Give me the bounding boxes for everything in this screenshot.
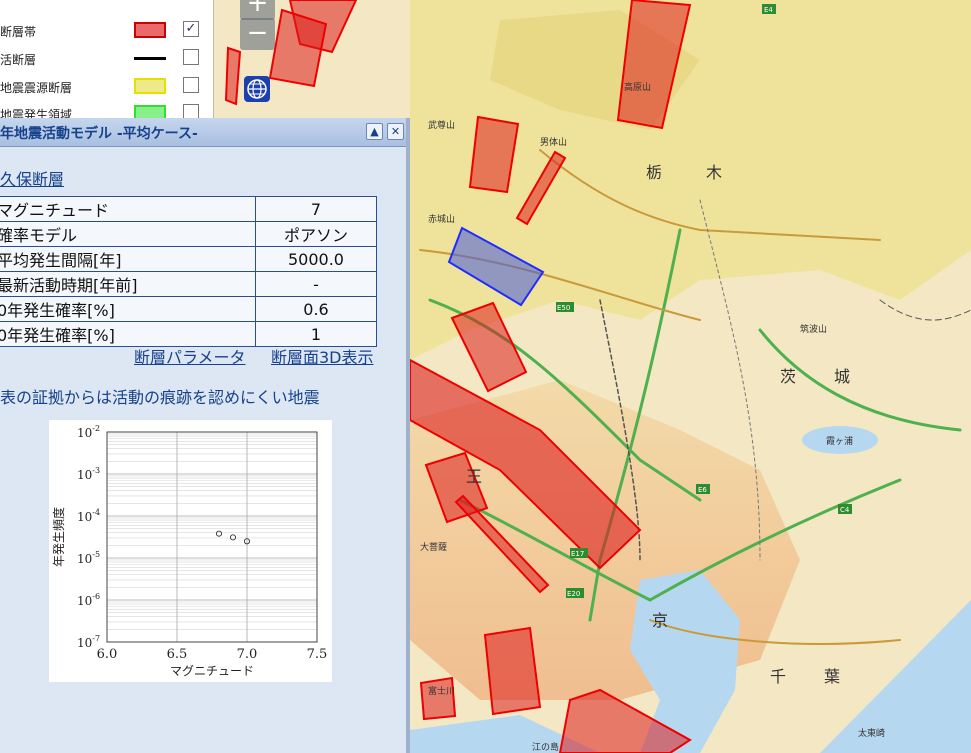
y-tick-label: 10-3 — [77, 466, 100, 482]
x-axis-label: マグニチュード — [170, 664, 254, 678]
table-row: 最新活動時期[年前] - — [0, 271, 377, 297]
panel-title: 年地震活動モデル -平均ケース- — [0, 126, 198, 142]
fault-parameter-link[interactable]: 断層パラメータ — [134, 344, 246, 368]
legend-checkbox[interactable] — [183, 49, 199, 65]
param-value: 7 — [255, 196, 377, 222]
map-label: 霞ヶ浦 — [826, 435, 853, 447]
earthquake-description: 表の証拠からは活動の痕跡を認めにくい地震 — [0, 388, 320, 407]
param-value: ポアソン — [255, 221, 377, 247]
map-label: 男体山 — [540, 136, 567, 148]
close-icon[interactable]: ✕ — [387, 123, 404, 140]
road-shield: E4 — [764, 6, 773, 14]
map-label: 茨 — [780, 367, 796, 386]
param-key: 平均発生間隔[年] — [0, 246, 256, 272]
legend-label: 断層帯 — [0, 25, 37, 39]
magnitude-frequency-chart: 10-2 10-3 10-4 10-5 10-6 10-7 6.0 6.5 7.0 7.5 マグニチ… — [49, 420, 332, 682]
param-value: 1 — [255, 321, 377, 347]
legend-item-fault-zone[interactable]: 断層帯 ✓ — [0, 18, 213, 44]
table-row: 0年発生確率[%] 0.6 — [0, 296, 377, 322]
collapse-icon[interactable]: ▲ — [366, 123, 383, 140]
legend-checkbox[interactable]: ✓ — [183, 21, 199, 37]
road-shield: E20 — [567, 590, 580, 598]
table-row: 0年発生確率[%] 1 — [0, 321, 377, 347]
source-fault-swatch — [134, 78, 166, 94]
table-row: 確率モデル ポアソン — [0, 221, 377, 247]
param-key: マグニチュード — [0, 196, 256, 222]
data-point — [229, 534, 237, 541]
legend-label: 地震震源断層 — [0, 81, 73, 95]
chart-svg: 10-210-310-410-510-610-76.0 6.5 7.0 7.5マグニチ… — [51, 424, 328, 678]
param-value: - — [255, 271, 377, 297]
y-tick-label: 10-4 — [77, 508, 100, 524]
data-point — [215, 530, 223, 537]
panel-header[interactable]: 年地震活動モデル -平均ケース- ▲ ✕ — [0, 118, 406, 147]
map-label: 高原山 — [624, 81, 651, 93]
road-shield: C4 — [840, 506, 850, 514]
fault-zone[interactable] — [419, 676, 457, 721]
x-tick-label: 6.5 — [167, 647, 188, 662]
fault-parameter-table: マグニチュード 7 確率モデル ポアソン 平均発生間隔[年] 5000.0 最新活動時… — [0, 196, 377, 347]
y-tick-label: 10-6 — [77, 592, 100, 608]
fault-zone-swatch — [134, 22, 166, 38]
map-label: 葉 — [824, 667, 840, 686]
param-key: 最新活動時期[年前] — [0, 271, 256, 297]
legend-checkbox[interactable] — [183, 77, 199, 93]
x-tick-label: 7.0 — [237, 647, 258, 662]
y-axis-label: 年発生頻度 — [51, 507, 66, 567]
map-label: 江の島 — [532, 741, 559, 753]
x-tick-label: 6.0 — [97, 647, 118, 662]
road-shield: E6 — [698, 486, 707, 494]
legend-label: 活断層 — [0, 53, 37, 67]
fault-3d-view-link[interactable]: 断層面3D表示 — [271, 344, 374, 368]
zoom-out-button[interactable]: − — [240, 18, 275, 50]
y-tick-label: 10-5 — [77, 550, 100, 566]
map-label: 京 — [652, 611, 668, 630]
globe-icon[interactable] — [244, 76, 270, 102]
legend-item-source-fault[interactable]: 地震震源断層 — [0, 74, 213, 100]
zoom-in-button[interactable]: + — [240, 0, 275, 20]
active-fault-swatch — [134, 57, 166, 60]
map-label: 木 — [706, 163, 722, 182]
map-label: 大菩薩 — [420, 541, 447, 553]
map-label: 太東崎 — [858, 727, 885, 739]
x-tick-label: 7.5 — [307, 647, 328, 662]
param-value: 0.6 — [255, 296, 377, 322]
map-label: 王 — [466, 467, 482, 486]
map-label: 筑波山 — [800, 323, 827, 335]
map-label: 赤城山 — [428, 214, 455, 225]
param-key: 0年発生確率[%] — [0, 296, 256, 322]
param-key: 確率モデル — [0, 221, 256, 247]
plot-frame — [106, 431, 318, 643]
legend-item-active-fault[interactable]: 活断層 — [0, 46, 213, 72]
fault-name-link[interactable]: 久保断層 — [0, 166, 64, 190]
map-label: 武尊山 — [428, 119, 455, 131]
map-label: 城 — [834, 367, 850, 386]
fault-info-panel: 年地震活動モデル -平均ケース- ▲ ✕ 久保断層 マグニチュード 7 確率モデル… — [0, 118, 410, 753]
table-row: 平均発生間隔[年] 5000.0 — [0, 246, 377, 272]
param-key: 0年発生確率[%] — [0, 321, 256, 347]
map-label: 千 — [770, 667, 786, 686]
fault-zone[interactable] — [483, 626, 542, 716]
road-shield: E50 — [557, 304, 570, 312]
param-value: 5000.0 — [255, 246, 377, 272]
map-label: 富士川 — [428, 685, 455, 697]
y-tick-label: 10-2 — [77, 424, 100, 440]
map-label: 栃 — [646, 163, 662, 182]
table-row: マグニチュード 7 — [0, 196, 377, 222]
road-shield: E17 — [571, 550, 584, 558]
